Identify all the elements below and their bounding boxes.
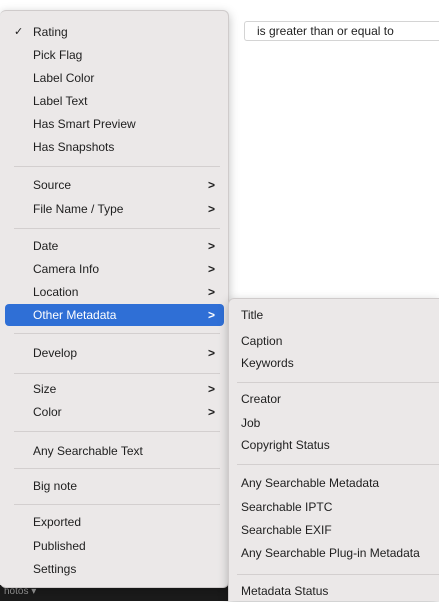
chevron-right-icon: > xyxy=(207,308,215,322)
menu-item-label: Has Snapshots xyxy=(33,140,115,154)
menu-separator xyxy=(237,574,439,575)
menu-item-label: Color xyxy=(33,405,62,419)
menu-item-label: Title xyxy=(241,308,264,322)
submenu-item-caption[interactable]: Caption xyxy=(233,330,439,352)
submenu-item-searchable-exif[interactable]: Searchable EXIF xyxy=(233,519,439,541)
chevron-right-icon: > xyxy=(207,285,215,299)
menu-item-label: Has Smart Preview xyxy=(33,117,136,131)
menu-separator xyxy=(14,228,220,229)
chevron-right-icon: > xyxy=(207,405,215,419)
menu-separator xyxy=(237,464,439,465)
menu-item-label: Exported xyxy=(33,515,82,529)
menu-item-label: Pick Flag xyxy=(33,48,83,62)
menu-item-size[interactable]: Size > xyxy=(5,378,224,400)
menu-item-label: Size xyxy=(33,382,57,396)
menu-item-label: Copyright Status xyxy=(241,438,330,452)
menu-separator xyxy=(14,504,220,505)
menu-item-pick-flag[interactable]: Pick Flag xyxy=(5,44,224,66)
menu-item-label: Creator xyxy=(241,392,282,406)
menu-separator xyxy=(14,166,220,167)
menu-item-label: File Name / Type xyxy=(33,202,124,216)
submenu-item-job[interactable]: Job xyxy=(233,412,439,434)
menu-item-label: Job xyxy=(241,416,261,430)
menu-item-label: Develop xyxy=(33,346,78,360)
submenu-item-metadata-status[interactable]: Metadata Status xyxy=(233,580,439,602)
menu-item-develop[interactable]: Develop > xyxy=(5,342,224,364)
menu-item-label-text[interactable]: Label Text xyxy=(5,90,224,112)
menu-item-label: Camera Info xyxy=(33,262,100,276)
submenu-item-creator[interactable]: Creator xyxy=(233,388,439,410)
menu-item-other-metadata[interactable]: Other Metadata > xyxy=(5,304,224,326)
menu-item-exported[interactable]: Exported xyxy=(5,511,224,533)
menu-item-label: Searchable EXIF xyxy=(241,523,332,537)
chevron-right-icon: > xyxy=(207,178,215,192)
menu-separator xyxy=(237,382,439,383)
menu-item-date[interactable]: Date > xyxy=(5,235,224,257)
menu-item-label: Metadata Status xyxy=(241,584,329,598)
menu-item-label: Label Color xyxy=(33,71,95,85)
menu-item-label: Any Searchable Plug-in Metadata xyxy=(241,546,420,560)
menu-item-big-note[interactable]: Big note xyxy=(5,475,224,497)
menu-item-label: Source xyxy=(33,178,72,192)
chevron-right-icon: > xyxy=(207,346,215,360)
menu-item-has-snapshots[interactable]: Has Snapshots xyxy=(5,136,224,158)
menu-item-any-searchable-text[interactable]: Any Searchable Text xyxy=(5,440,224,462)
submenu-item-title[interactable]: Title xyxy=(233,304,439,326)
menu-item-label: Caption xyxy=(241,334,283,348)
menu-item-label: Any Searchable Metadata xyxy=(241,476,380,490)
menu-item-label: Any Searchable Text xyxy=(33,444,143,458)
submenu-item-copyright-status[interactable]: Copyright Status xyxy=(233,434,439,456)
menu-item-label: Label Text xyxy=(33,94,88,108)
menu-item-label: Date xyxy=(33,239,59,253)
criteria-menu: ✓ Rating Pick Flag Label Color Label Tex… xyxy=(0,10,229,588)
menu-separator xyxy=(14,373,220,374)
menu-item-color[interactable]: Color > xyxy=(5,401,224,423)
menu-item-label: Location xyxy=(33,285,79,299)
menu-item-has-smart-preview[interactable]: Has Smart Preview xyxy=(5,113,224,135)
menu-item-label: Searchable IPTC xyxy=(241,500,333,514)
other-metadata-submenu: Title Caption Keywords Creator Job Copyr… xyxy=(228,298,439,601)
menu-item-label: Big note xyxy=(33,479,78,493)
menu-item-camera-info[interactable]: Camera Info > xyxy=(5,258,224,280)
menu-item-label: Published xyxy=(33,539,86,553)
menu-separator xyxy=(14,431,220,432)
menu-item-location[interactable]: Location > xyxy=(5,281,224,303)
submenu-item-any-searchable-plugin-metadata[interactable]: Any Searchable Plug-in Metadata xyxy=(233,542,439,564)
chevron-right-icon: > xyxy=(207,262,215,276)
submenu-item-any-searchable-metadata[interactable]: Any Searchable Metadata xyxy=(233,472,439,494)
menu-item-file-name-type[interactable]: File Name / Type > xyxy=(5,198,224,220)
menu-separator xyxy=(14,333,220,334)
menu-item-label: Rating xyxy=(33,25,68,39)
menu-item-label: Settings xyxy=(33,562,77,576)
chevron-right-icon: > xyxy=(207,202,215,216)
menu-item-label-color[interactable]: Label Color xyxy=(5,67,224,89)
menu-item-settings[interactable]: Settings xyxy=(5,558,224,580)
menu-item-published[interactable]: Published xyxy=(5,535,224,557)
condition-operator-value: is greater than or equal to xyxy=(257,24,394,38)
checkmark-icon: ✓ xyxy=(14,26,24,38)
menu-item-source[interactable]: Source > xyxy=(5,174,224,196)
submenu-item-searchable-iptc[interactable]: Searchable IPTC xyxy=(233,496,439,518)
menu-item-label: Keywords xyxy=(241,356,294,370)
condition-operator-select[interactable]: is greater than or equal to xyxy=(244,21,439,41)
chevron-right-icon: > xyxy=(207,382,215,396)
chevron-right-icon: > xyxy=(207,239,215,253)
menu-separator xyxy=(14,468,220,469)
submenu-item-keywords[interactable]: Keywords xyxy=(233,352,439,374)
menu-item-label: Other Metadata xyxy=(33,308,117,322)
menu-item-rating[interactable]: ✓ Rating xyxy=(5,21,224,43)
